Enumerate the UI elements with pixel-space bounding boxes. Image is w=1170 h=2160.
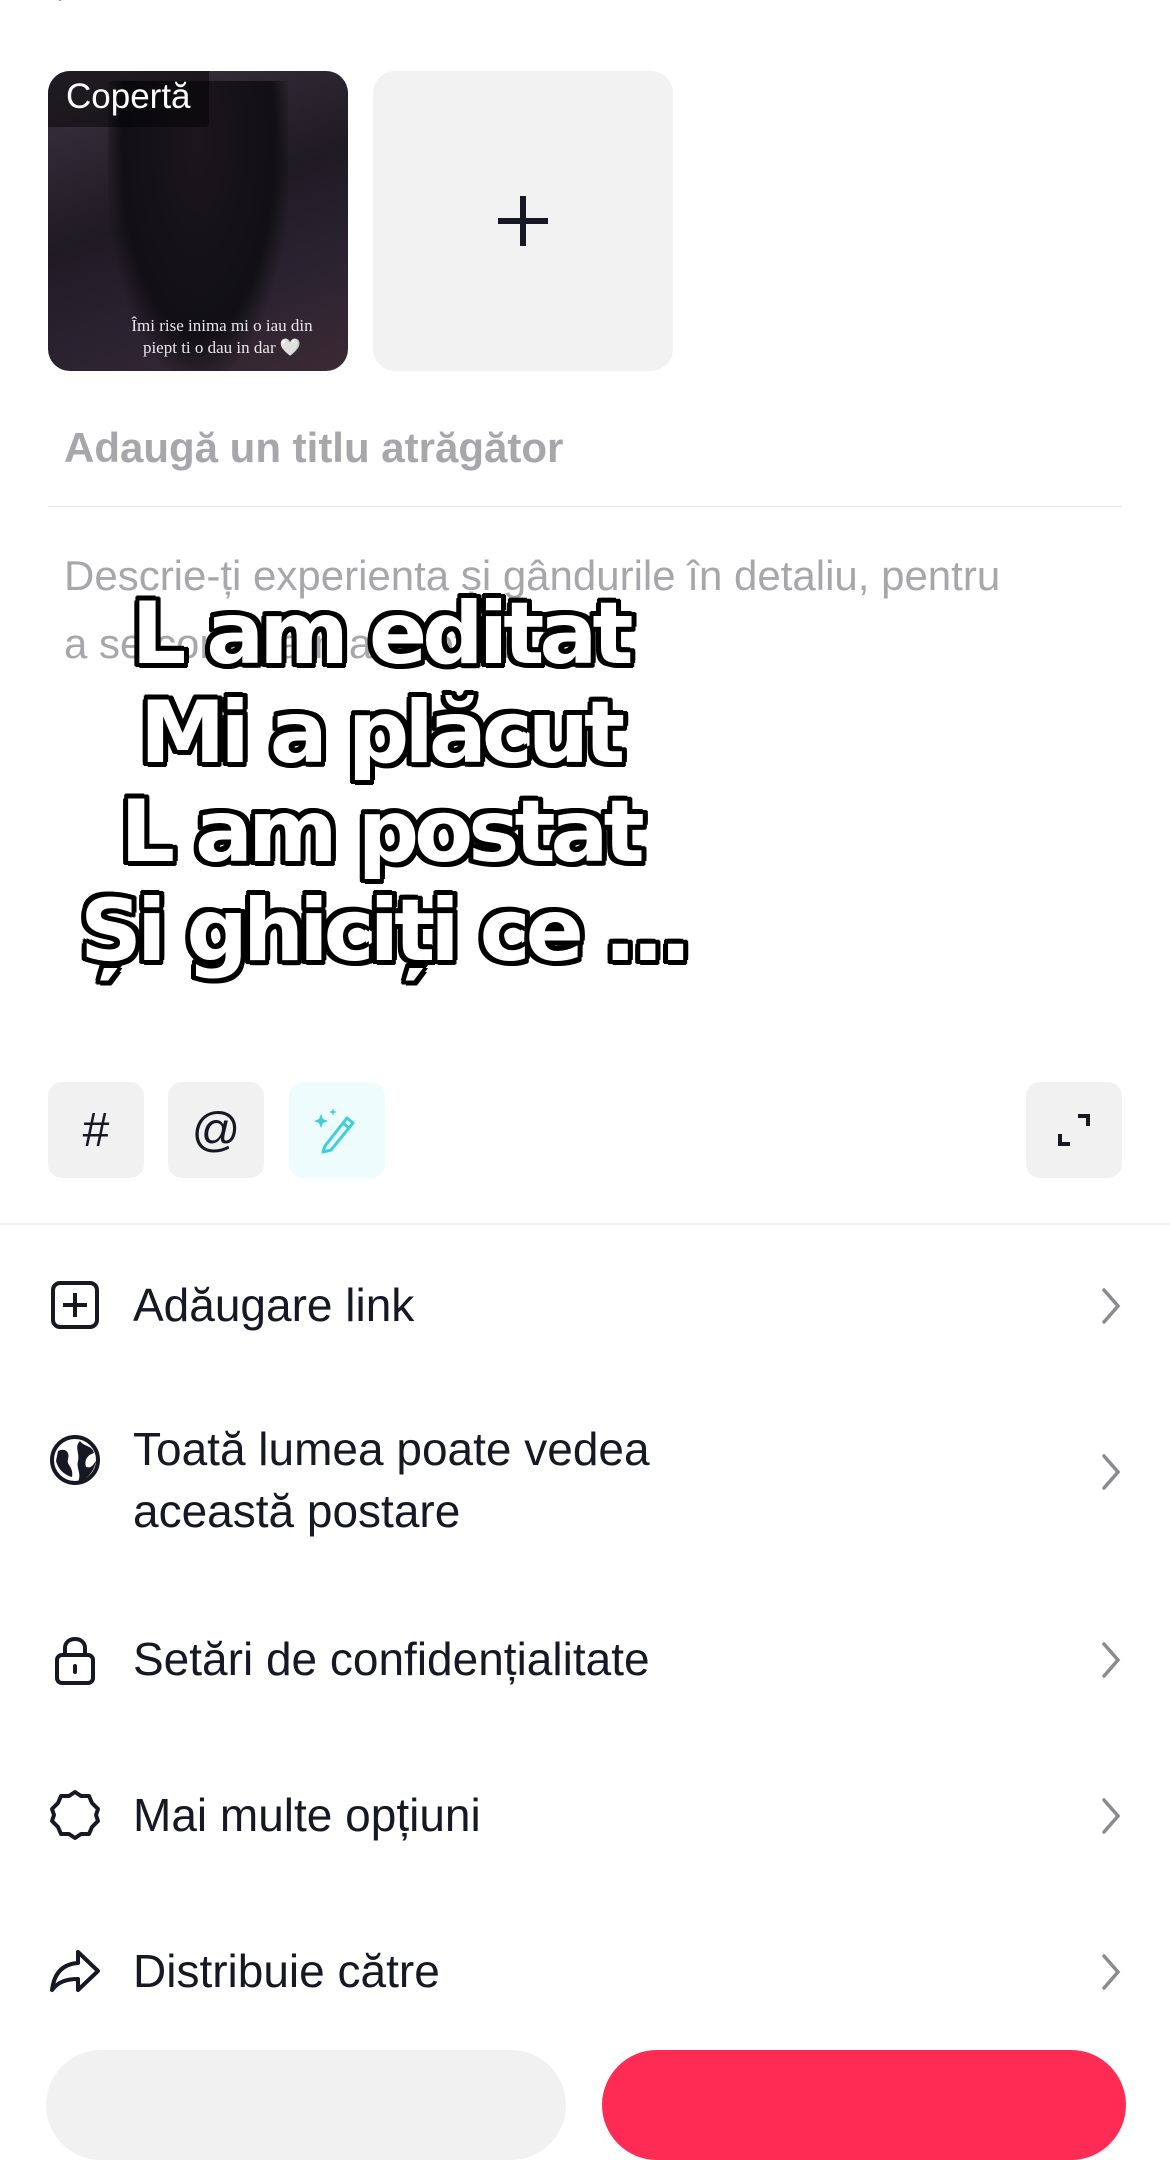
chevron-right-icon [1102, 1642, 1121, 1678]
overlay-line: L am postat [120, 782, 644, 882]
section-divider [0, 1223, 1170, 1225]
chevron-right-icon [1102, 1798, 1121, 1834]
ai-write-button[interactable] [289, 1082, 385, 1178]
visibility-label: Toată lumea poate vedea această postare [133, 1423, 650, 1537]
overlay-line: Și ghiciți ce ... [80, 881, 692, 981]
plus-icon [498, 196, 548, 246]
title-input[interactable]: Adaugă un titlu atrăgător [64, 424, 1064, 472]
overlay-line: Mi a plăcut [139, 683, 625, 783]
mention-button[interactable]: @ [168, 1082, 264, 1178]
overlay-line: L am editat [131, 584, 634, 684]
more-options-row[interactable]: Mai multe opțiuni [0, 1770, 1170, 1860]
expand-button[interactable] [1026, 1082, 1122, 1178]
globe-icon [50, 1435, 100, 1485]
overlay-caption: L am editat Mi a plăcut L am postat Și g… [80, 584, 692, 981]
hashtag-button[interactable]: # [48, 1082, 144, 1178]
chevron-right-icon [1102, 1288, 1121, 1324]
add-link-label: Adăugare link [133, 1279, 415, 1331]
share-to-label: Distribuie către [133, 1945, 440, 1997]
plus-square-icon [51, 1281, 99, 1329]
divider [48, 506, 1122, 507]
share-icon [50, 1950, 100, 1992]
post-button[interactable] [602, 2050, 1126, 2160]
add-link-row[interactable]: Adăugare link [0, 1260, 1170, 1350]
privacy-settings-row[interactable]: Setări de confidențialitate [0, 1614, 1170, 1704]
share-to-row[interactable]: Distribuie către [0, 1926, 1170, 2016]
privacy-settings-label: Setări de confidențialitate [133, 1633, 650, 1685]
cover-thumbnail[interactable]: Copertă Îmi rise inima mi o iau din piep… [48, 71, 348, 371]
mention-icon: @ [191, 1103, 241, 1157]
magic-pen-icon [314, 1108, 355, 1154]
thumbnail-quote: Îmi rise inima mi o iau din piept ti o d… [131, 316, 313, 357]
chevron-right-icon [1102, 1954, 1121, 1990]
cover-label: Copertă [48, 71, 209, 127]
lock-icon [55, 1637, 95, 1685]
visibility-row[interactable]: Toată lumea poate vedea această postare [0, 1410, 1170, 1550]
back-arrow-icon[interactable] [48, 0, 88, 18]
drafts-button[interactable] [46, 2050, 566, 2160]
more-options-label: Mai multe opțiuni [133, 1789, 481, 1841]
expand-icon [1058, 1114, 1090, 1146]
chevron-right-icon [1102, 1454, 1121, 1490]
gear-icon [50, 1790, 100, 1840]
add-media-button[interactable] [373, 71, 673, 371]
hashtag-icon: # [82, 1103, 110, 1157]
